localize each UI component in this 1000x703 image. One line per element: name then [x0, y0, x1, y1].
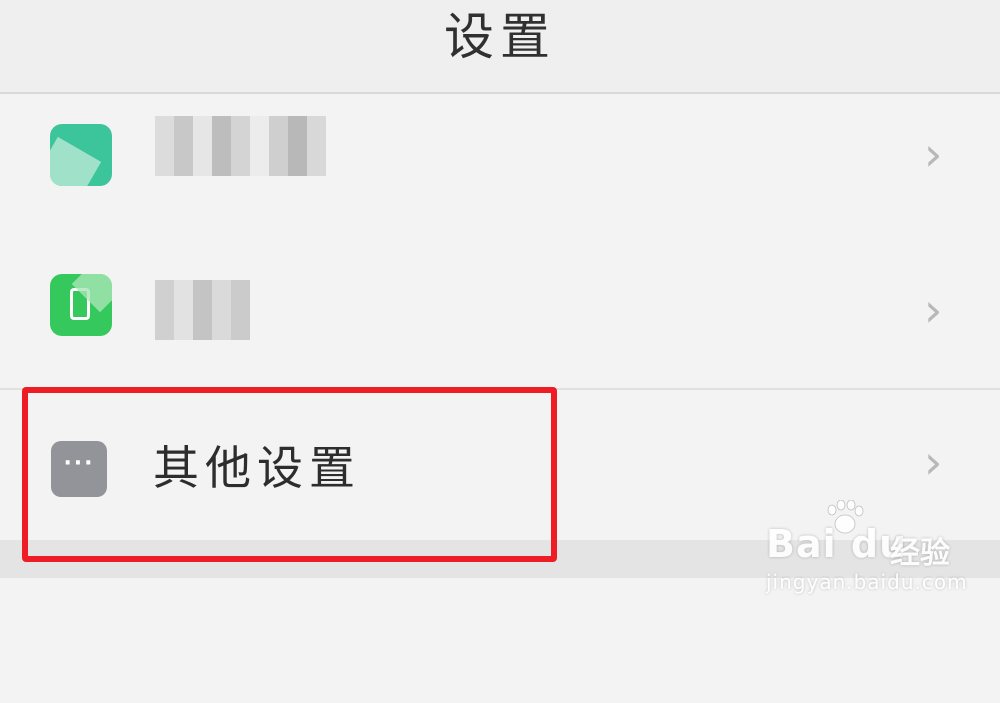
watermark-suffix: 经验 — [890, 536, 950, 571]
chevron-right-icon: › — [924, 127, 943, 181]
watermark-brand: Bai du — [766, 522, 908, 566]
settings-row-2[interactable]: › — [0, 234, 1000, 388]
baidu-watermark: Bai du 经验 jingyan.baidu.com — [766, 500, 986, 600]
settings-row-1[interactable]: › — [0, 94, 1000, 234]
obscured-label — [155, 280, 250, 340]
chevron-right-icon: › — [924, 435, 943, 489]
phone-green-icon — [50, 274, 112, 336]
app-green-teal-icon — [50, 124, 112, 186]
obscured-label — [155, 116, 326, 176]
highlight-box — [22, 387, 557, 562]
top-bar: 设置 — [0, 0, 1000, 94]
page-title: 设置 — [444, 8, 556, 66]
chevron-right-icon: › — [924, 283, 943, 337]
watermark-url: jingyan.baidu.com — [766, 570, 968, 594]
